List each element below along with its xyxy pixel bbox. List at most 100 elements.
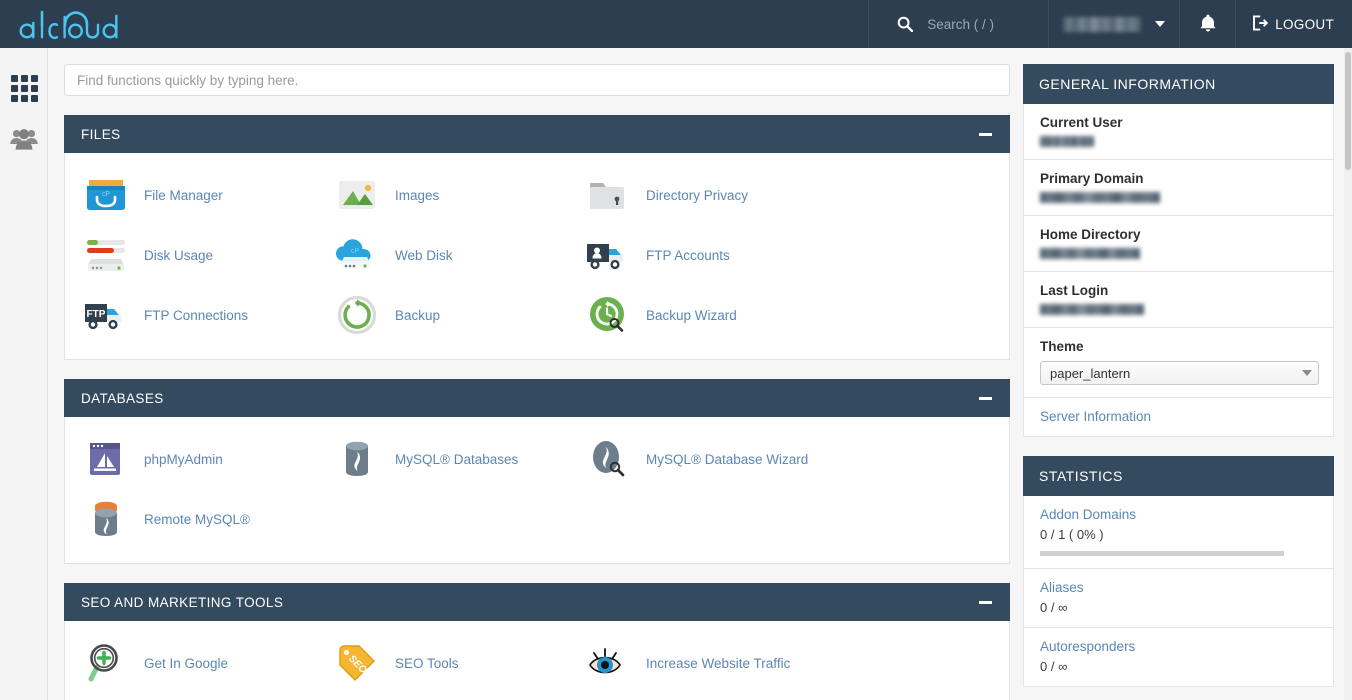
svg-text:cP: cP — [351, 248, 360, 255]
general-info-row-primary-domain: Primary Domain — [1023, 160, 1334, 216]
general-information-title: GENERAL INFORMATION — [1039, 76, 1216, 92]
panel-databases-body: phpMyAdmin MySQL® Databases MySQL® Datab… — [64, 417, 1010, 564]
backup-icon — [333, 291, 381, 339]
aliases-value: 0 / ∞ — [1040, 600, 1068, 615]
tile-link-building[interactable]: Link Building — [316, 693, 567, 700]
panel-databases-header[interactable]: DATABASES — [64, 379, 1010, 417]
sidebar-item-users[interactable] — [0, 114, 48, 166]
minus-icon[interactable] — [979, 600, 992, 604]
general-info-row-current-user: Current User — [1023, 104, 1334, 160]
cpanel-page: Search ( / ) LOGOUT Find functions quick… — [0, 0, 1352, 700]
current-user-value — [1040, 136, 1317, 147]
addon-domains-progress-bar — [1040, 551, 1284, 556]
left-rail — [0, 48, 48, 700]
mysql-wizard-icon — [584, 435, 632, 483]
panel-seo-title: SEO AND MARKETING TOOLS — [81, 594, 284, 610]
images-icon — [333, 171, 381, 219]
home-directory-label: Home Directory — [1040, 227, 1141, 242]
tile-ftp-connections[interactable]: FTP FTP Connections — [65, 285, 316, 345]
tile-increase-website-traffic[interactable]: Increase Website Traffic — [567, 633, 818, 693]
panel-seo-and-marketing-tools: SEO AND MARKETING TOOLS Get In Google SE… — [64, 583, 1010, 700]
tile-label: SEO Tools — [395, 655, 459, 671]
theme-select[interactable]: paper_lantern — [1040, 361, 1319, 385]
server-information-link[interactable]: Server Information — [1040, 409, 1151, 424]
notifications-button[interactable] — [1179, 0, 1235, 48]
panel-files-header[interactable]: FILES — [64, 115, 1010, 153]
theme-selected-value: paper_lantern — [1050, 365, 1131, 381]
users-icon — [9, 126, 39, 155]
backup-wizard-icon — [584, 291, 632, 339]
statistics-panel: STATISTICS Addon Domains 0 / 1 ( 0% ) Al… — [1023, 456, 1334, 687]
seo-tools-icon: SEO — [333, 639, 381, 687]
redacted-value — [1040, 136, 1094, 147]
statistics-row-autoresponders[interactable]: Autoresponders 0 / ∞ — [1023, 628, 1334, 687]
primary-domain-value — [1040, 192, 1317, 203]
panel-databases-title: DATABASES — [81, 390, 164, 406]
logout-button[interactable]: LOGOUT — [1235, 0, 1352, 48]
username-redacted — [1063, 16, 1142, 32]
svg-text:cP: cP — [102, 191, 111, 198]
autoresponders-link[interactable]: Autoresponders — [1040, 639, 1135, 654]
tile-disk-usage[interactable]: Disk Usage — [65, 225, 316, 285]
redacted-value — [1040, 304, 1144, 315]
top-header: Search ( / ) LOGOUT — [0, 0, 1352, 48]
tile-label: Web Disk — [395, 247, 453, 263]
addon-domains-value: 0 / 1 ( 0% ) — [1040, 527, 1104, 542]
find-functions-input[interactable]: Find functions quickly by typing here. — [64, 64, 1010, 96]
scrollbar-thumb[interactable] — [1345, 52, 1351, 170]
general-info-row-server-information[interactable]: Server Information — [1023, 398, 1334, 437]
user-menu[interactable] — [1048, 0, 1179, 48]
tile-backup[interactable]: Backup — [316, 285, 567, 345]
general-info-row-last-login: Last Login — [1023, 272, 1334, 328]
panel-files-title: FILES — [81, 126, 121, 142]
tile-phpmyadmin[interactable]: phpMyAdmin — [65, 429, 316, 489]
disk-usage-icon — [82, 231, 130, 279]
general-information-panel: GENERAL INFORMATION Current User Primary… — [1023, 64, 1334, 437]
statistics-row-aliases[interactable]: Aliases 0 / ∞ — [1023, 569, 1334, 628]
main-area: Find functions quickly by typing here. F… — [49, 48, 1352, 700]
sidebar-item-apps-grid[interactable] — [0, 62, 48, 114]
header-search[interactable]: Search ( / ) — [868, 0, 1048, 48]
tile-label: Get In Google — [144, 655, 229, 671]
tile-mysql-database-wizard[interactable]: MySQL® Database Wizard — [567, 429, 818, 489]
last-login-label: Last Login — [1040, 283, 1109, 298]
logo[interactable] — [0, 0, 140, 48]
file-manager-icon: cP — [82, 171, 130, 219]
tile-seo-for-resellers[interactable]: SEO for Resellers & — [567, 693, 818, 700]
tile-directory-privacy[interactable]: Directory Privacy — [567, 165, 818, 225]
statistics-row-addon-domains[interactable]: Addon Domains 0 / 1 ( 0% ) — [1023, 496, 1334, 569]
tile-get-in-google[interactable]: Get In Google — [65, 633, 316, 693]
redacted-value — [1040, 248, 1140, 259]
minus-icon[interactable] — [979, 396, 992, 400]
tile-images[interactable]: Images — [316, 165, 567, 225]
phpmyadmin-icon — [82, 435, 130, 483]
tile-web-disk[interactable]: cP Web Disk — [316, 225, 567, 285]
last-login-value — [1040, 304, 1317, 315]
theme-label: Theme — [1040, 339, 1084, 354]
tile-label: Images — [395, 187, 440, 203]
panel-files: FILES cP File Manager Images Directory P… — [64, 115, 1010, 360]
bell-icon — [1199, 13, 1217, 36]
tile-backup-wizard[interactable]: Backup Wizard — [567, 285, 818, 345]
tile-mysql-databases[interactable]: MySQL® Databases — [316, 429, 567, 489]
find-functions-placeholder: Find functions quickly by typing here. — [77, 72, 299, 88]
tile-one-click-sitemap[interactable]: One-Click Sitemap — [65, 693, 316, 700]
tile-remote-mysql[interactable]: Remote MySQL® — [65, 489, 316, 549]
chevron-down-icon — [1302, 370, 1312, 376]
addon-domains-link[interactable]: Addon Domains — [1040, 507, 1136, 522]
minus-icon[interactable] — [979, 132, 992, 136]
panel-seo-header[interactable]: SEO AND MARKETING TOOLS — [64, 583, 1010, 621]
tile-ftp-accounts[interactable]: FTP Accounts — [567, 225, 818, 285]
aliases-link[interactable]: Aliases — [1040, 580, 1084, 595]
panel-databases: DATABASES phpMyAdmin MySQL® Databases My… — [64, 379, 1010, 564]
vertical-scrollbar[interactable] — [1344, 48, 1352, 700]
increase-traffic-icon — [584, 639, 632, 687]
statistics-header: STATISTICS — [1023, 456, 1334, 496]
tile-seo-tools[interactable]: SEO SEO Tools — [316, 633, 567, 693]
tile-file-manager[interactable]: cP File Manager — [65, 165, 316, 225]
logout-label: LOGOUT — [1275, 16, 1334, 32]
panel-seo-body: Get In Google SEO SEO Tools Increase Web… — [64, 621, 1010, 700]
redacted-value — [1040, 192, 1160, 203]
ftp-accounts-icon — [584, 231, 632, 279]
content-column: Find functions quickly by typing here. F… — [64, 48, 1025, 700]
